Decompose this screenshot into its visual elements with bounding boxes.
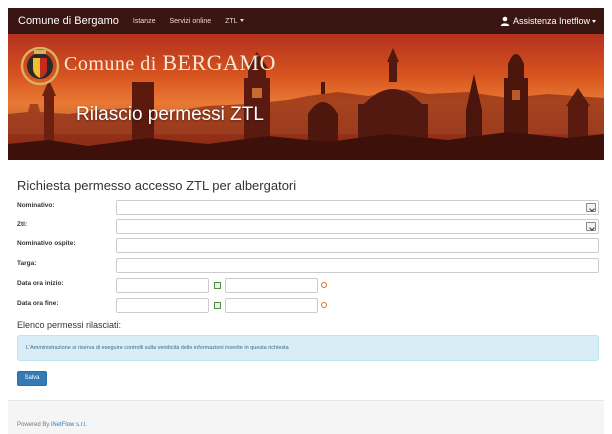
row-ztl: Ztl: — [17, 219, 599, 234]
ztl-select[interactable] — [116, 219, 599, 234]
nav-ztl-label: ZTL — [225, 17, 238, 25]
label-data-inizio: Data ora inizio: — [17, 280, 64, 287]
ospite-input[interactable] — [116, 238, 599, 253]
caret-down-icon — [239, 19, 244, 23]
info-alert-text: L'Amministrazione si riserva di eseguire… — [26, 345, 289, 351]
ora-inizio-input[interactable] — [225, 278, 318, 293]
banner-title: Rilascio permessi ZTL — [76, 104, 264, 125]
brand-link[interactable]: Comune di Bergamo — [8, 15, 119, 27]
label-ospite: Nominativo ospite: — [17, 240, 76, 247]
row-data-fine: Data ora fine: — [17, 298, 599, 313]
label-data-fine: Data ora fine: — [17, 300, 59, 307]
municipality-city: BERGAMO — [162, 50, 276, 75]
municipality-name: Comune di BERGAMO — [64, 50, 276, 76]
row-targa: Targa: — [17, 258, 599, 273]
chevron-down-icon — [586, 203, 596, 212]
header-banner: Comune di BERGAMO Rilascio permessi ZTL — [8, 34, 604, 160]
user-name: Assistenza Inetflow — [512, 16, 590, 26]
data-fine-input[interactable] — [116, 298, 209, 313]
top-navbar: Comune di Bergamo Istanze Servizi online… — [8, 8, 604, 34]
info-alert: L'Amministrazione si riserva di eseguire… — [17, 335, 599, 361]
footer: Powered By iNetFlow s.r.l. — [8, 400, 604, 434]
nav-servizi-online[interactable]: Servizi online — [169, 18, 211, 25]
municipality-prefix: Comune di — [64, 53, 163, 75]
ora-fine-input[interactable] — [225, 298, 318, 313]
label-targa: Targa: — [17, 260, 37, 267]
user-menu[interactable]: Assistenza Inetflow — [500, 16, 604, 26]
user-icon — [500, 16, 510, 26]
powered-by-label: Powered By — [17, 422, 52, 428]
calendar-icon[interactable] — [214, 302, 221, 309]
data-inizio-input[interactable] — [116, 278, 209, 293]
coat-of-arms-icon — [20, 46, 60, 86]
row-data-inizio: Data ora inizio: — [17, 278, 599, 293]
chevron-down-icon — [586, 222, 596, 231]
caret-down-icon — [592, 19, 596, 23]
permits-list-heading: Elenco permessi rilasciati: — [17, 320, 122, 330]
row-nominativo: Nominativo: — [17, 200, 599, 215]
page-title: Richiesta permesso accesso ZTL per alber… — [17, 178, 297, 193]
nominativo-select[interactable] — [116, 200, 599, 215]
company-link[interactable]: iNetFlow s.r.l. — [51, 422, 87, 428]
save-button[interactable]: Salva — [17, 371, 47, 386]
row-ospite: Nominativo ospite: — [17, 238, 599, 253]
clock-icon[interactable] — [321, 282, 327, 288]
clock-icon[interactable] — [321, 302, 327, 308]
label-ztl: Ztl: — [17, 221, 28, 228]
targa-input[interactable] — [116, 258, 599, 273]
powered-by: Powered By iNetFlow s.r.l. — [17, 422, 87, 428]
calendar-icon[interactable] — [214, 282, 221, 289]
nav-ztl-dropdown[interactable]: ZTL — [225, 17, 244, 25]
label-nominativo: Nominativo: — [17, 202, 55, 209]
nav-istanze[interactable]: Istanze — [133, 18, 156, 25]
